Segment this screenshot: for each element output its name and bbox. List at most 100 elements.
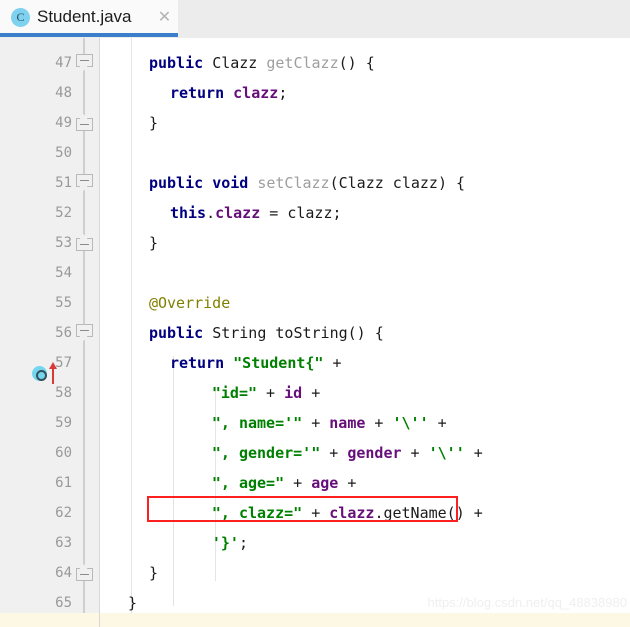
line-number: 64 <box>55 565 72 581</box>
line-number: 50 <box>55 145 72 161</box>
code-token: ; <box>278 84 288 102</box>
code-token: '}' <box>211 534 239 552</box>
code-token: void <box>212 174 249 192</box>
code-line[interactable]: ", gender='" + gender + '\'' + <box>212 438 483 468</box>
code-token: String <box>212 324 267 342</box>
line-number: 48 <box>55 85 72 101</box>
fold-gutter[interactable] <box>72 38 99 627</box>
line-number-gutter: 47 48 49 50 51 52 53 54 55 56 57 58 59 60 61 62 63 64 65 <box>0 38 72 627</box>
indent-guide <box>173 356 174 606</box>
line-number: 51 <box>55 175 72 191</box>
line-number: 54 <box>55 265 72 281</box>
code-line[interactable]: } <box>149 108 158 138</box>
code-token: } <box>128 594 138 612</box>
code-token: + <box>257 384 285 402</box>
code-token: getClazz <box>266 54 339 72</box>
fold-up-icon[interactable] <box>76 234 93 251</box>
code-token: return <box>169 84 225 102</box>
code-line[interactable]: ", clazz=" + clazz.getName() + <box>212 498 483 528</box>
java-class-icon: C <box>11 7 30 27</box>
code-line[interactable]: "id=" + id + <box>212 378 320 408</box>
fold-down-icon[interactable] <box>76 324 93 341</box>
code-token: () { <box>338 54 375 72</box>
code-token: "Student{" <box>233 354 324 372</box>
line-number: 53 <box>55 235 72 251</box>
code-line[interactable]: public void setClazz(Clazz clazz) { <box>149 168 465 198</box>
line-number: 49 <box>55 115 72 131</box>
code-token: ", clazz=" <box>211 504 303 522</box>
code-editor[interactable]: 47 48 49 50 51 52 53 54 55 56 57 58 59 60 61 62 63 64 65 p… <box>0 38 630 627</box>
code-token: name <box>329 414 366 432</box>
fold-down-icon[interactable] <box>76 54 93 71</box>
code-line[interactable]: ", name='" + name + '\'' + <box>212 408 447 438</box>
tab-label: Student.java <box>37 7 132 26</box>
code-line[interactable]: '}'; <box>212 528 248 558</box>
override-dot-icon <box>32 366 47 381</box>
editor-tab-bar: C Student.java ✕ <box>0 0 630 38</box>
code-line[interactable]: public String toString() { <box>149 318 384 348</box>
code-token: '\'' <box>392 414 429 432</box>
bottom-band-gutter <box>0 613 99 627</box>
code-token: Clazz <box>212 54 258 72</box>
line-number: 55 <box>55 295 72 311</box>
code-token: age <box>311 474 339 492</box>
code-line[interactable]: public Clazz getClazz() { <box>149 48 375 78</box>
code-line[interactable]: ", age=" + age + <box>212 468 357 498</box>
code-line[interactable]: } <box>149 558 158 588</box>
line-number: 59 <box>55 415 72 431</box>
code-token: } <box>148 234 158 252</box>
override-method-icon[interactable] <box>32 362 62 384</box>
code-token: + <box>302 504 330 522</box>
indent-guide <box>131 38 132 627</box>
code-token: () { <box>347 324 384 342</box>
line-number: 61 <box>55 475 72 491</box>
fold-down-icon[interactable] <box>76 174 93 191</box>
code-token: ", gender='" <box>211 444 321 462</box>
code-token: clazz <box>233 84 279 102</box>
watermark-text: https://blog.csdn.net/qq_48838980 <box>427 595 628 610</box>
line-number: 62 <box>55 505 72 521</box>
code-token: @Override <box>148 294 231 312</box>
code-token: public <box>148 324 204 342</box>
code-token: this <box>169 204 207 222</box>
fold-up-icon[interactable] <box>76 564 93 581</box>
code-token: + <box>284 474 312 492</box>
code-token: '\'' <box>428 444 465 462</box>
code-token: + <box>302 414 330 432</box>
code-token: .getName() + <box>374 504 483 522</box>
line-number: 52 <box>55 205 72 221</box>
code-token: (Clazz clazz) { <box>329 174 466 192</box>
tab-student-java[interactable]: C Student.java <box>0 0 178 34</box>
code-text-area[interactable]: public Clazz getClazz() {return clazz;} p… <box>100 38 630 627</box>
code-token: + <box>365 414 393 432</box>
ide-editor-window: C Student.java ✕ 47 48 49 50 51 52 53 54 55 56 57 5… <box>0 0 630 627</box>
code-token: ", age=" <box>211 474 285 492</box>
code-token: setClazz <box>257 174 330 192</box>
line-number: 47 <box>55 55 72 71</box>
code-line[interactable]: this.clazz = clazz; <box>170 198 342 228</box>
active-tab-indicator <box>0 33 178 37</box>
code-token: gender <box>347 444 402 462</box>
code-token: clazz <box>215 204 261 222</box>
bottom-highlight-band <box>100 613 630 627</box>
code-token: + <box>338 474 357 492</box>
code-token: id <box>284 384 303 402</box>
line-number: 56 <box>55 325 72 341</box>
code-token: + <box>302 384 321 402</box>
close-icon[interactable]: ✕ <box>156 9 173 26</box>
fold-up-icon[interactable] <box>76 114 93 131</box>
code-line[interactable]: @Override <box>149 288 230 318</box>
code-line[interactable]: return clazz; <box>170 78 287 108</box>
code-line[interactable]: return "Student{" + <box>170 348 342 378</box>
code-line[interactable]: } <box>149 228 158 258</box>
code-token: + <box>401 444 429 462</box>
line-number: 63 <box>55 535 72 551</box>
code-token: public <box>148 174 204 192</box>
code-token: . <box>206 204 216 222</box>
up-arrow-icon <box>48 362 58 384</box>
